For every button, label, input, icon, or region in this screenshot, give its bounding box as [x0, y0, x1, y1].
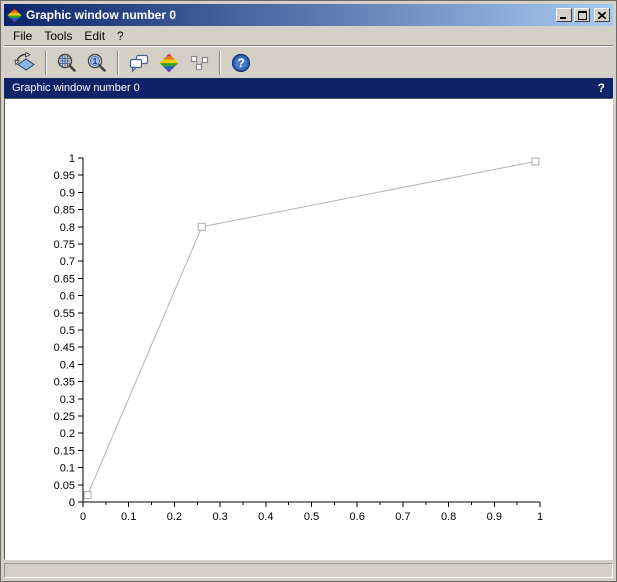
menu-tools[interactable]: Tools: [43, 28, 81, 44]
x-tick-label: 0.9: [487, 511, 502, 523]
minimize-button[interactable]: [556, 8, 572, 22]
y-tick-label: 0.05: [54, 480, 75, 492]
data-marker: [84, 492, 91, 499]
rotate-icon: [14, 52, 36, 74]
line-chart: 0 0.05 0.1 0.15 0.2 0.25 0.3 0.35 0.4 0.45 0.5 0.55…: [5, 99, 612, 559]
y-tick-label: 0.4: [60, 359, 75, 371]
y-tick-label: 0.1: [60, 463, 75, 475]
y-tick-label: 0.25: [54, 411, 75, 423]
figure-title: Graphic window number 0: [12, 82, 140, 94]
data-marker: [198, 223, 205, 230]
dialogs-icon: [128, 52, 150, 74]
graphic-window: Graphic window number 0 File Tools Edit …: [0, 0, 617, 582]
help-icon: ?: [230, 52, 252, 74]
help-button[interactable]: ?: [227, 50, 255, 76]
scilab-button[interactable]: [155, 50, 183, 76]
x-tick-label: 0.2: [167, 511, 182, 523]
x-tick-label: 0.3: [212, 511, 227, 523]
status-bar: [4, 563, 613, 578]
y-tick-label: 0.85: [54, 205, 75, 217]
menu-edit[interactable]: Edit: [83, 28, 114, 44]
maximize-button[interactable]: [574, 8, 590, 22]
y-tick-label: 0.95: [54, 170, 75, 182]
y-tick-label: 0.6: [60, 291, 75, 303]
x-tick-label: 0.4: [258, 511, 273, 523]
x-tick-label: 1: [537, 511, 543, 523]
toolbar-separator: [117, 51, 119, 75]
y-tick-label: 0.8: [60, 222, 75, 234]
toolbar-separator: [219, 51, 221, 75]
data-line: [88, 161, 536, 495]
x-tick-label: 0.8: [441, 511, 456, 523]
x-tick-label: 0.7: [395, 511, 410, 523]
rotate-button[interactable]: [11, 50, 39, 76]
y-tick-label: 0.35: [54, 377, 75, 389]
toolbar: 1: [4, 47, 613, 78]
dialogs-button[interactable]: [125, 50, 153, 76]
x-tick-label: 0.6: [350, 511, 365, 523]
toolbar-separator: [45, 51, 47, 75]
svg-text:?: ?: [237, 56, 244, 70]
scilab-app-icon: [7, 8, 22, 23]
window-titlebar[interactable]: Graphic window number 0: [4, 4, 613, 26]
graph-edit-icon: [188, 52, 210, 74]
close-icon: [598, 12, 606, 19]
x-tick-label: 0: [80, 511, 86, 523]
y-tick-label: 0.7: [60, 256, 75, 268]
zoom-area-icon: [56, 52, 78, 74]
y-tick-label: 0: [69, 497, 75, 509]
y-tick-label: 0.2: [60, 428, 75, 440]
menu-file[interactable]: File: [12, 28, 41, 44]
x-tick-label: 0.1: [121, 511, 136, 523]
window-controls: [556, 8, 610, 22]
original-view-button[interactable]: 1: [83, 50, 111, 76]
figure-title-bar: Graphic window number 0 ?: [4, 78, 613, 98]
y-tick-label: 0.3: [60, 394, 75, 406]
menu-bar: File Tools Edit ?: [4, 26, 613, 45]
graph-edit-button[interactable]: [185, 50, 213, 76]
maximize-icon: [578, 11, 587, 20]
original-view-icon: 1: [86, 52, 108, 74]
y-tick-label: 1: [69, 153, 75, 165]
close-button[interactable]: [594, 8, 610, 22]
minimize-icon: [560, 11, 568, 19]
y-tick-label: 0.15: [54, 445, 75, 457]
y-tick-label: 0.9: [60, 187, 75, 199]
y-tick-label: 0.75: [54, 239, 75, 251]
y-tick-label: 0.65: [54, 273, 75, 285]
window-title: Graphic window number 0: [26, 8, 176, 22]
figure-help-button[interactable]: ?: [598, 81, 605, 95]
svg-text:1: 1: [93, 56, 98, 66]
plot-canvas[interactable]: 0 0.05 0.1 0.15 0.2 0.25 0.3 0.35 0.4 0.45 0.5 0.55…: [4, 98, 613, 560]
scilab-diamond-icon: [159, 53, 179, 73]
data-marker: [532, 158, 539, 165]
y-tick-label: 0.55: [54, 308, 75, 320]
menu-help[interactable]: ?: [116, 28, 133, 44]
y-tick-label: 0.45: [54, 342, 75, 354]
zoom-area-button[interactable]: [53, 50, 81, 76]
x-tick-label: 0.5: [304, 511, 319, 523]
y-tick-label: 0.5: [60, 325, 75, 337]
